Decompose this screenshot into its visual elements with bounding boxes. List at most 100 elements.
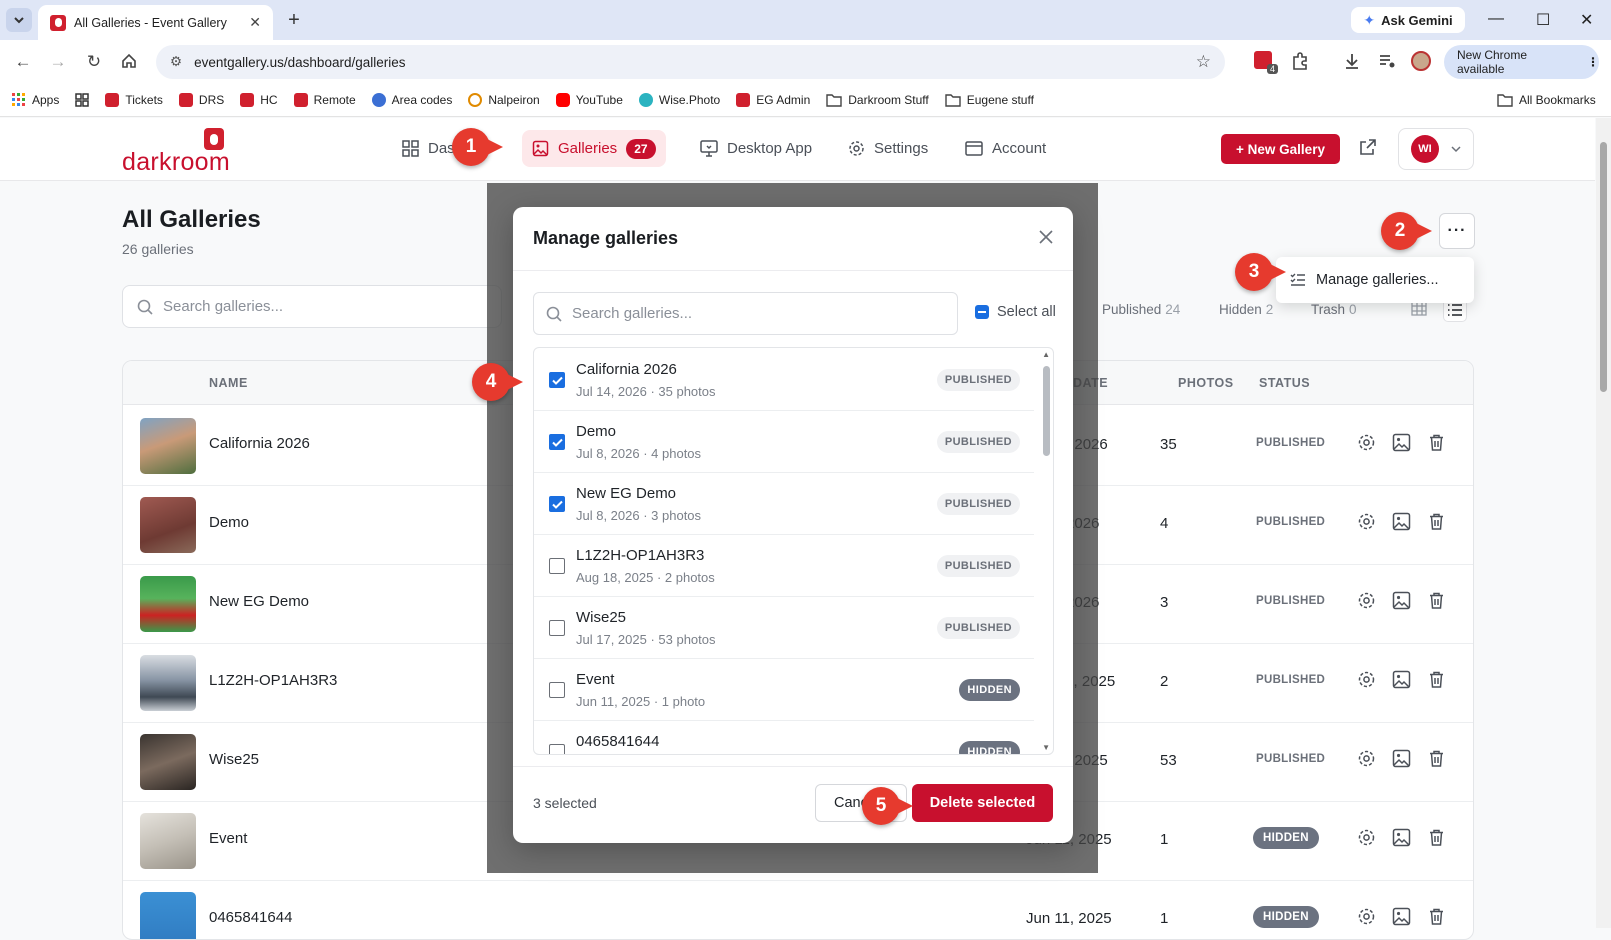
forward-icon[interactable]: → (48, 52, 68, 72)
gallery-thumbnail[interactable] (140, 655, 196, 711)
modal-search-input[interactable]: Search galleries... (533, 292, 958, 335)
modal-close-icon[interactable] (1039, 230, 1053, 244)
darkroom-logo[interactable]: darkroom (122, 128, 230, 177)
bookmark-darkroom-stuff[interactable]: Darkroom Stuff (826, 93, 929, 107)
gallery-thumbnail[interactable] (140, 892, 196, 939)
browser-tab-active[interactable]: All Galleries - Event Gallery ✕ (38, 5, 273, 40)
trash-icon[interactable] (1427, 670, 1446, 689)
ask-gemini-button[interactable]: ✦ Ask Gemini (1351, 7, 1465, 33)
gear-icon[interactable] (1357, 907, 1376, 926)
gallery-name[interactable]: Event (209, 830, 247, 847)
more-options-button[interactable]: ··· (1439, 213, 1475, 249)
unchecked-checkbox[interactable] (549, 620, 565, 636)
select-all-checkbox[interactable]: Select all (975, 304, 1056, 320)
address-bar[interactable]: ⚙ eventgallery.us/dashboard/galleries ☆ (156, 45, 1225, 79)
trash-icon[interactable] (1427, 749, 1446, 768)
window-close-icon[interactable]: ✕ (1580, 10, 1593, 30)
gallery-name[interactable]: California 2026 (209, 435, 310, 452)
gallery-thumbnail[interactable] (140, 418, 196, 474)
bookmark-wise-photo[interactable]: Wise.Photo (638, 93, 720, 107)
list-item[interactable]: 0465841644 HIDDEN (534, 720, 1034, 754)
trash-icon[interactable] (1427, 907, 1446, 926)
new-gallery-button[interactable]: + New Gallery (1221, 134, 1340, 164)
all-bookmarks[interactable]: All Bookmarks (1497, 93, 1596, 107)
external-link-icon[interactable] (1359, 138, 1377, 156)
gear-icon[interactable] (1357, 433, 1376, 452)
image-icon[interactable] (1392, 591, 1411, 610)
table-row[interactable]: 0465841644 Jun 11, 2025 1 HIDDEN (123, 879, 1473, 939)
new-chrome-available-button[interactable]: New Chrome available ⋮ (1444, 45, 1599, 79)
image-icon[interactable] (1392, 670, 1411, 689)
site-info-icon[interactable]: ⚙ (170, 54, 182, 70)
nav-settings[interactable]: Settings (838, 130, 938, 167)
checked-checkbox[interactable] (549, 434, 565, 450)
reload-icon[interactable]: ↻ (84, 52, 104, 72)
trash-icon[interactable] (1427, 512, 1446, 531)
list-item[interactable]: California 2026 Jul 14, 2026 · 35 photos… (534, 348, 1034, 411)
nav-account[interactable]: Account (955, 130, 1056, 167)
nav-galleries[interactable]: Galleries 27 (522, 130, 666, 167)
media-queue-icon[interactable] (1377, 51, 1399, 73)
bookmark-star-icon[interactable]: ☆ (1196, 52, 1211, 72)
filter-hidden[interactable]: Hidden 2 (1219, 302, 1273, 317)
unchecked-checkbox[interactable] (549, 744, 565, 754)
image-icon[interactable] (1392, 749, 1411, 768)
unchecked-checkbox[interactable] (549, 558, 565, 574)
trash-icon[interactable] (1427, 433, 1446, 452)
list-item[interactable]: Demo Jul 8, 2026 · 4 photos PUBLISHED (534, 410, 1034, 473)
gallery-name[interactable]: New EG Demo (209, 593, 309, 610)
image-icon[interactable] (1392, 433, 1411, 452)
gear-icon[interactable] (1357, 749, 1376, 768)
list-item[interactable]: Event Jun 11, 2025 · 1 photo HIDDEN (534, 658, 1034, 721)
image-icon[interactable] (1392, 828, 1411, 847)
bookmark-apps[interactable]: Apps (12, 93, 59, 107)
gear-icon[interactable] (1357, 512, 1376, 531)
manage-galleries-menu-item[interactable]: Manage galleries... (1316, 272, 1439, 288)
delete-selected-button[interactable]: Delete selected (912, 784, 1053, 822)
gallery-search-input[interactable]: Search galleries... (122, 285, 502, 328)
list-item[interactable]: L1Z2H-OP1AH3R3 Aug 18, 2025 · 2 photos P… (534, 534, 1034, 597)
bookmark-remote[interactable]: Remote (293, 93, 356, 107)
gallery-name[interactable]: Demo (209, 514, 249, 531)
trash-icon[interactable] (1427, 828, 1446, 847)
image-icon[interactable] (1392, 907, 1411, 926)
gear-icon[interactable] (1357, 670, 1376, 689)
home-icon[interactable] (120, 52, 140, 72)
gear-icon[interactable] (1357, 591, 1376, 610)
profile-avatar-icon[interactable] (1411, 51, 1433, 73)
scroll-up-icon[interactable]: ▲ (1042, 350, 1050, 359)
minimize-icon[interactable]: — (1488, 10, 1504, 28)
bookmark-youtube[interactable]: YouTube (555, 93, 623, 107)
bookmark-grid[interactable] (75, 93, 90, 107)
user-menu[interactable]: WI (1398, 128, 1474, 170)
bookmark-area-codes[interactable]: Area codes (371, 93, 452, 107)
bookmark-eugene-stuff[interactable]: Eugene stuff (945, 93, 1034, 107)
page-scrollbar[interactable] (1596, 118, 1611, 928)
image-icon[interactable] (1392, 512, 1411, 531)
gallery-thumbnail[interactable] (140, 813, 196, 869)
checked-checkbox[interactable] (549, 496, 565, 512)
bookmark-hc[interactable]: HC (240, 93, 278, 107)
more-vert-icon[interactable]: ⋮ (1587, 55, 1599, 69)
list-item[interactable]: Wise25 Jul 17, 2025 · 53 photos PUBLISHE… (534, 596, 1034, 659)
modal-gallery-list[interactable]: California 2026 Jul 14, 2026 · 35 photos… (533, 347, 1054, 755)
nav-desktop-app[interactable]: Desktop App (690, 130, 822, 167)
gallery-thumbnail[interactable] (140, 576, 196, 632)
back-icon[interactable]: ← (13, 52, 33, 72)
filter-published[interactable]: Published 24 (1102, 302, 1180, 317)
gear-icon[interactable] (1357, 828, 1376, 847)
extension-red-icon[interactable]: 4 (1254, 51, 1278, 74)
new-tab-button[interactable]: + (283, 9, 305, 32)
gallery-thumbnail[interactable] (140, 734, 196, 790)
download-icon[interactable] (1342, 51, 1364, 73)
extensions-puzzle-icon[interactable] (1290, 51, 1312, 73)
tab-search-button[interactable] (6, 8, 32, 32)
bookmark-eg-admin[interactable]: EG Admin (736, 93, 810, 107)
bookmark-drs[interactable]: DRS (178, 93, 224, 107)
gallery-name[interactable]: Wise25 (209, 751, 259, 768)
gallery-name[interactable]: L1Z2H-OP1AH3R3 (209, 672, 337, 689)
filter-trash[interactable]: Trash 0 (1311, 302, 1357, 317)
list-item[interactable]: New EG Demo Jul 8, 2026 · 3 photos PUBLI… (534, 472, 1034, 535)
gallery-name[interactable]: 0465841644 (209, 909, 292, 926)
scroll-down-icon[interactable]: ▼ (1042, 743, 1050, 752)
